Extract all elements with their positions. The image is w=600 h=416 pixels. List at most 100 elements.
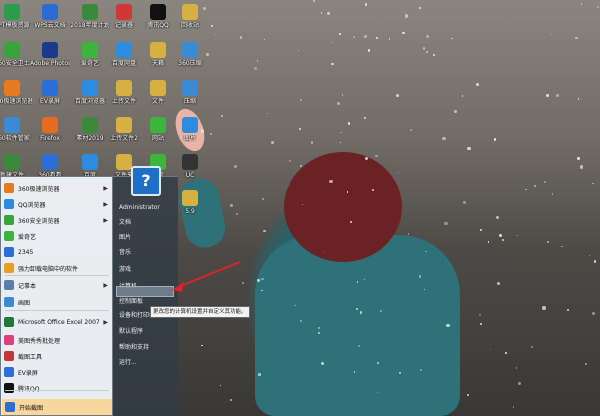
start-menu-program-item[interactable]: EV录屏 bbox=[4, 365, 111, 379]
submenu-arrow-icon: ▶ bbox=[103, 184, 108, 192]
program-label: 爱奇艺 bbox=[18, 233, 37, 241]
start-menu-program-item[interactable]: 美图秀秀批处理 bbox=[4, 333, 111, 347]
program-label: 记事本 bbox=[18, 282, 37, 290]
app-icon bbox=[182, 42, 198, 58]
desktop-icon[interactable]: Firefox bbox=[30, 117, 70, 142]
child-body bbox=[255, 235, 460, 416]
app-icon bbox=[82, 117, 98, 133]
desktop-icon[interactable]: Adobe Photoshop CS6 bbox=[30, 42, 70, 67]
program-label: 截图工具 bbox=[18, 353, 43, 361]
desktop-icon[interactable]: 图片 bbox=[170, 117, 210, 142]
snowflake bbox=[575, 36, 578, 39]
snowflake bbox=[592, 182, 594, 185]
desktop-icon-label: 图片 bbox=[183, 135, 196, 142]
start-menu-program-item[interactable]: 画图 bbox=[4, 295, 111, 309]
snowflake bbox=[380, 310, 382, 312]
app-icon bbox=[4, 154, 20, 170]
start-menu-program-item[interactable]: 360安全浏览器 ▶ bbox=[4, 213, 111, 227]
snowflake bbox=[597, 5, 600, 8]
start-menu-program-item[interactable]: 腾讯QQ bbox=[4, 381, 111, 395]
start-menu-place-item[interactable]: 运行... bbox=[119, 357, 137, 366]
desktop-icon-label: 回收站 bbox=[180, 22, 199, 29]
start-menu-place-item[interactable]: 帮助和支持 bbox=[119, 342, 149, 351]
snowflake bbox=[515, 367, 517, 369]
app-icon bbox=[150, 42, 166, 58]
snowflake bbox=[341, 94, 343, 96]
desktop-icon[interactable]: 360软件管家 bbox=[0, 117, 32, 142]
snowflake bbox=[494, 138, 497, 141]
app-icon bbox=[182, 4, 198, 20]
desktop-icon[interactable]: 360压缩 bbox=[170, 42, 210, 67]
start-screenshot-item[interactable]: 开始截图 bbox=[2, 399, 112, 415]
snowflake bbox=[393, 187, 395, 189]
snowflake bbox=[297, 50, 299, 52]
start-menu-place-item[interactable]: 音乐 bbox=[119, 247, 131, 256]
desktop-icon-label: WPS云文档 bbox=[34, 22, 66, 29]
snowflake bbox=[261, 277, 264, 281]
start-menu-program-item[interactable]: 截图工具 bbox=[4, 349, 111, 363]
program-label: 360安全浏览器 bbox=[18, 217, 60, 225]
start-menu-program-item[interactable]: QQ浏览器 ▶ bbox=[4, 197, 111, 211]
start-menu-program-item[interactable]: 360极速浏览器 ▶ bbox=[4, 181, 111, 195]
program-icon bbox=[4, 263, 14, 273]
snowflake bbox=[356, 281, 359, 283]
snowflake bbox=[210, 24, 213, 27]
submenu-arrow-icon: ▶ bbox=[103, 200, 108, 208]
separator bbox=[5, 310, 109, 311]
desktop-icon[interactable]: 360安全卫士 bbox=[0, 42, 32, 67]
desktop-icon[interactable]: 360极速浏览器 bbox=[0, 80, 32, 105]
start-menu-place-item[interactable]: 默认程序 bbox=[119, 326, 143, 335]
start-menu-place-item[interactable]: 文档 bbox=[119, 217, 131, 226]
start-menu-program-item[interactable]: 2345 bbox=[4, 245, 111, 259]
snowflake bbox=[347, 122, 351, 126]
app-icon bbox=[4, 42, 20, 58]
user-avatar-icon[interactable]: ? bbox=[131, 166, 161, 196]
snowflake bbox=[533, 184, 536, 187]
desktop-icon[interactable]: WPS云文档 bbox=[30, 4, 70, 29]
start-menu-program-item[interactable]: 强力卸载电脑中的软件 bbox=[4, 261, 111, 275]
start-menu-program-item[interactable]: 爱奇艺 bbox=[4, 229, 111, 243]
snowflake bbox=[530, 345, 533, 349]
snowflake bbox=[365, 3, 368, 6]
start-menu-program-item[interactable]: Microsoft Office Excel 2007 ▶ bbox=[4, 315, 111, 329]
desktop-icon-label: 360安全卫士 bbox=[0, 60, 30, 67]
app-icon bbox=[82, 4, 98, 20]
app-icon bbox=[150, 117, 166, 133]
desktop-icon[interactable]: EV录屏 bbox=[30, 80, 70, 105]
start-menu-program-item[interactable]: 记事本 ▶ bbox=[4, 278, 111, 292]
program-icon bbox=[4, 199, 14, 209]
app-icon bbox=[82, 154, 98, 170]
snowflake bbox=[543, 180, 546, 183]
app-icon bbox=[4, 117, 20, 133]
program-label: QQ浏览器 bbox=[18, 201, 46, 209]
snowflake bbox=[288, 159, 291, 162]
app-icon bbox=[4, 4, 20, 20]
desktop-icon-label: Firefox bbox=[40, 135, 60, 142]
program-icon bbox=[4, 383, 14, 393]
program-icon bbox=[4, 183, 14, 193]
snowflake bbox=[475, 82, 479, 86]
desktop-icon[interactable]: PPT模板资源 bbox=[0, 4, 32, 29]
snowflake bbox=[258, 373, 261, 376]
app-icon bbox=[42, 117, 58, 133]
snowflake bbox=[312, 0, 315, 2]
start-menu-place-item[interactable]: 图片 bbox=[119, 232, 131, 241]
user-name[interactable]: Administrator bbox=[119, 204, 160, 211]
app-icon bbox=[182, 117, 198, 133]
start-menu-place-item[interactable]: 游戏 bbox=[119, 264, 131, 273]
desktop-icon[interactable]: 压缩 bbox=[170, 80, 210, 105]
submenu-arrow-icon: ▶ bbox=[103, 216, 108, 224]
program-label: 美图秀秀批处理 bbox=[18, 337, 61, 345]
program-label: 腾讯QQ bbox=[18, 385, 40, 393]
start-menu-place-item[interactable]: 控制面板 bbox=[119, 296, 143, 305]
desktop-icon[interactable]: 回收站 bbox=[170, 4, 210, 29]
app-icon bbox=[42, 154, 58, 170]
snowflake bbox=[418, 6, 421, 9]
snowflake bbox=[220, 114, 223, 117]
program-icon bbox=[4, 215, 14, 225]
program-icon bbox=[4, 280, 14, 290]
app-icon bbox=[150, 80, 166, 96]
snowflake bbox=[329, 179, 333, 184]
app-icon bbox=[42, 4, 58, 20]
separator bbox=[5, 275, 109, 276]
